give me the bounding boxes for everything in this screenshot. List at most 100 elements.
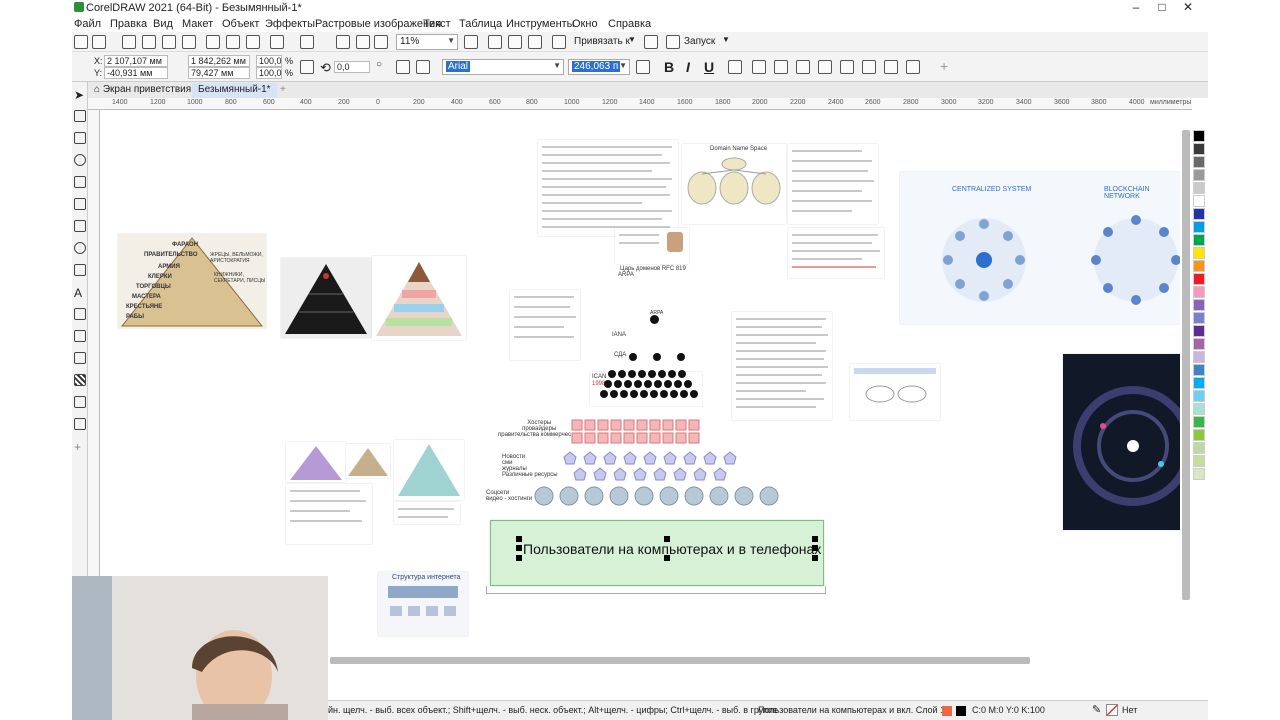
menu-effects[interactable]: Эффекты (265, 18, 315, 30)
add-tab-button[interactable]: + (274, 83, 292, 98)
redo-icon[interactable] (300, 35, 314, 49)
new-document-icon[interactable] (74, 35, 88, 49)
dark-network-image[interactable] (1063, 354, 1180, 530)
minimize-button[interactable]: – (1124, 0, 1148, 16)
snap-icon[interactable] (552, 35, 566, 49)
sda-node[interactable] (629, 353, 637, 361)
crop-tool-icon[interactable] (74, 132, 86, 144)
zoom-combo[interactable]: 11% ▼ (396, 34, 458, 50)
pdf-icon[interactable] (374, 35, 388, 49)
rfc-portrait-image[interactable] (615, 228, 689, 264)
show-rulers-icon[interactable] (488, 35, 502, 49)
show-guides-icon[interactable] (528, 35, 542, 49)
swatch[interactable] (1193, 403, 1205, 415)
menu-view[interactable]: Вид (153, 18, 173, 30)
swatch[interactable] (1193, 273, 1205, 285)
shape-tool-icon[interactable] (74, 110, 86, 122)
swatch[interactable] (1193, 351, 1205, 363)
swatch[interactable] (1193, 156, 1205, 168)
add-tool-icon[interactable]: + (74, 440, 86, 454)
vertical-scrollbar[interactable] (1182, 130, 1190, 600)
flowchart-image[interactable] (850, 364, 940, 420)
menu-help[interactable]: Справка (608, 18, 651, 30)
italic-button[interactable]: I (686, 59, 690, 75)
launch-icon[interactable] (666, 35, 680, 49)
swatch[interactable] (1193, 260, 1205, 272)
horizontal-scrollbar[interactable] (330, 657, 1030, 664)
colored-pyramid-image[interactable] (372, 256, 466, 340)
text-document-image[interactable] (538, 140, 678, 236)
small-text-document[interactable] (286, 484, 372, 544)
cut-icon[interactable] (206, 35, 220, 49)
selection-handle[interactable] (516, 545, 522, 551)
users-text-frame[interactable]: Пользователи на компьютерах и в телефона… (490, 520, 824, 586)
paste-icon[interactable] (246, 35, 260, 49)
opentype-icon[interactable] (862, 60, 876, 74)
small-text-document-3[interactable] (510, 290, 580, 360)
transparency-tool-icon[interactable] (74, 374, 86, 386)
selection-handle[interactable] (516, 536, 522, 542)
cloud-upload-icon[interactable] (142, 35, 156, 49)
open-folder-icon[interactable] (92, 35, 106, 49)
dimension-tool-icon[interactable] (74, 330, 86, 342)
save-icon[interactable] (122, 35, 136, 49)
menu-file[interactable]: Файл (74, 18, 101, 30)
menu-text[interactable]: Текст (423, 18, 451, 30)
fill-tool-icon[interactable] (74, 418, 86, 430)
mini-pyramid-image-3[interactable] (394, 440, 464, 500)
swatch[interactable] (1193, 299, 1205, 311)
internet-structure-image[interactable]: Структура интернета (378, 572, 468, 636)
selection-handle[interactable] (516, 555, 522, 561)
users-text[interactable]: Пользователи на компьютерах и в телефона… (523, 541, 821, 557)
swatch[interactable] (1193, 390, 1205, 402)
full-screen-icon[interactable] (464, 35, 478, 49)
swatch[interactable] (1193, 182, 1205, 194)
y-position-field[interactable]: -40,931 мм (104, 67, 168, 79)
text-properties-icon[interactable] (840, 60, 854, 74)
small-text-document-2[interactable] (394, 502, 460, 524)
swatch[interactable] (1193, 338, 1205, 350)
selection-handle[interactable] (664, 555, 670, 561)
x-position-field[interactable]: 2 107,107 мм (104, 55, 168, 67)
swatch[interactable] (1193, 442, 1205, 454)
menu-object[interactable]: Объект (222, 18, 259, 30)
font-size-combo[interactable]: 246,063 п ▼ (568, 59, 630, 75)
chevron-down-icon[interactable]: ▼ (722, 35, 730, 44)
swatch[interactable] (1193, 468, 1205, 480)
swatch[interactable] (1193, 143, 1205, 155)
dns-diagram-image[interactable]: Domain Name Space (682, 144, 786, 224)
swatch[interactable] (1193, 169, 1205, 181)
cloud-download-icon[interactable] (162, 35, 176, 49)
show-grid-icon[interactable] (508, 35, 522, 49)
pick-tool-icon[interactable]: ➤ (74, 88, 86, 102)
freehand-tool-icon[interactable] (74, 176, 86, 188)
tab-document[interactable]: Безымянный-1* (192, 83, 277, 98)
close-button[interactable]: ✕ (1176, 0, 1200, 16)
swatch[interactable] (1193, 208, 1205, 220)
drop-cap-icon[interactable] (796, 60, 810, 74)
swatch[interactable] (1193, 377, 1205, 389)
centralized-vs-blockchain-image[interactable]: CENTRALIZED SYSTEM BLOCKCHAIN NETWORK (900, 172, 1180, 324)
copy-icon[interactable] (226, 35, 240, 49)
large-text-document[interactable] (732, 312, 832, 420)
node[interactable] (653, 353, 661, 361)
mini-pyramid-image[interactable] (286, 442, 346, 482)
text-article-image[interactable] (788, 144, 878, 224)
node[interactable] (677, 353, 685, 361)
align-icon[interactable] (728, 60, 742, 74)
bullet-list-icon[interactable] (752, 60, 766, 74)
text-direction-icon[interactable] (906, 60, 920, 74)
export-icon[interactable] (356, 35, 370, 49)
swatch-black[interactable] (1193, 130, 1205, 142)
egypt-pyramid-image[interactable]: ФАРАОН ПРАВИТЕЛЬСТВО ЖРЕЦЫ, ВЕЛЬМОЖИ, АР… (118, 234, 266, 328)
mini-pyramid-image-2[interactable] (346, 444, 390, 478)
eyedropper-tool-icon[interactable] (74, 396, 86, 408)
polygon-tool-icon[interactable] (74, 264, 86, 276)
selection-handle[interactable] (812, 536, 818, 542)
scale-x-field[interactable]: 100,0 (256, 55, 282, 67)
maximize-button[interactable]: □ (1150, 0, 1174, 16)
import-icon[interactable] (336, 35, 350, 49)
menu-edit[interactable]: Правка (110, 18, 147, 30)
selection-handle[interactable] (664, 536, 670, 542)
swatch[interactable] (1193, 455, 1205, 467)
